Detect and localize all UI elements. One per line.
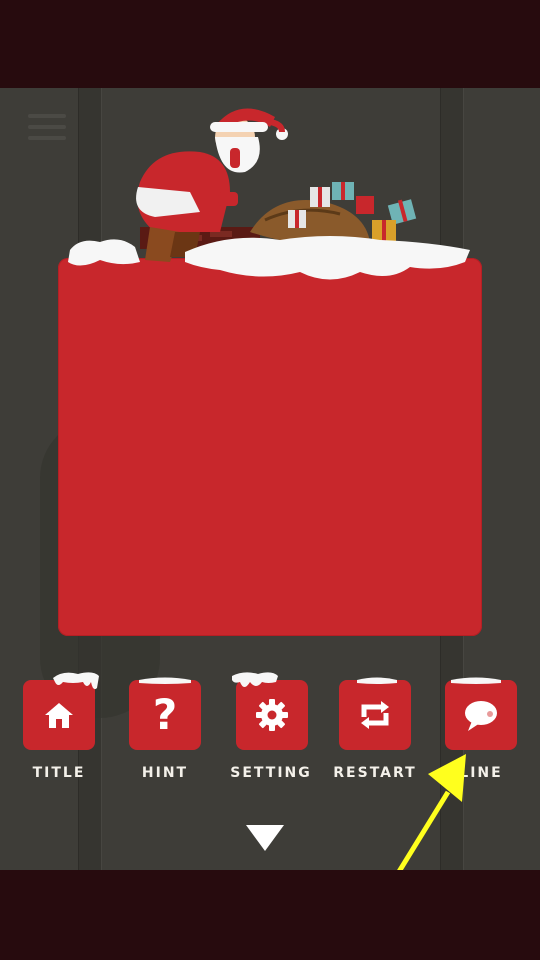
setting-button[interactable] <box>232 672 308 750</box>
game-screen: TITLE ? HINT SETTING RESTART LINE <box>0 0 540 960</box>
setting-label: SETTING <box>230 765 312 781</box>
santa-illustration <box>68 108 470 280</box>
restart-icon <box>361 701 389 729</box>
bottom-letterbox <box>0 870 540 960</box>
line-label: LINE <box>459 765 503 781</box>
button-snow <box>53 672 99 690</box>
button-snow <box>451 677 501 684</box>
triangle-down-icon[interactable] <box>244 823 286 853</box>
button-snow <box>232 672 278 687</box>
house-icon <box>45 703 73 728</box>
snow-cap-left <box>68 239 140 266</box>
game-view-panel[interactable] <box>58 258 482 636</box>
line-button[interactable] <box>445 677 517 750</box>
hint-label: HINT <box>141 765 189 781</box>
chat-bubble-icon <box>465 701 497 731</box>
hint-button[interactable]: ? <box>129 677 201 750</box>
title-label: TITLE <box>32 765 86 781</box>
question-icon: ? <box>152 690 178 739</box>
button-snow <box>357 677 397 684</box>
button-snow <box>139 677 191 684</box>
restart-button[interactable] <box>339 677 411 750</box>
top-letterbox <box>0 0 540 88</box>
gear-icon <box>256 699 288 731</box>
snow-cap-right <box>185 236 470 280</box>
restart-label: RESTART <box>333 765 417 781</box>
title-button[interactable] <box>23 672 99 750</box>
